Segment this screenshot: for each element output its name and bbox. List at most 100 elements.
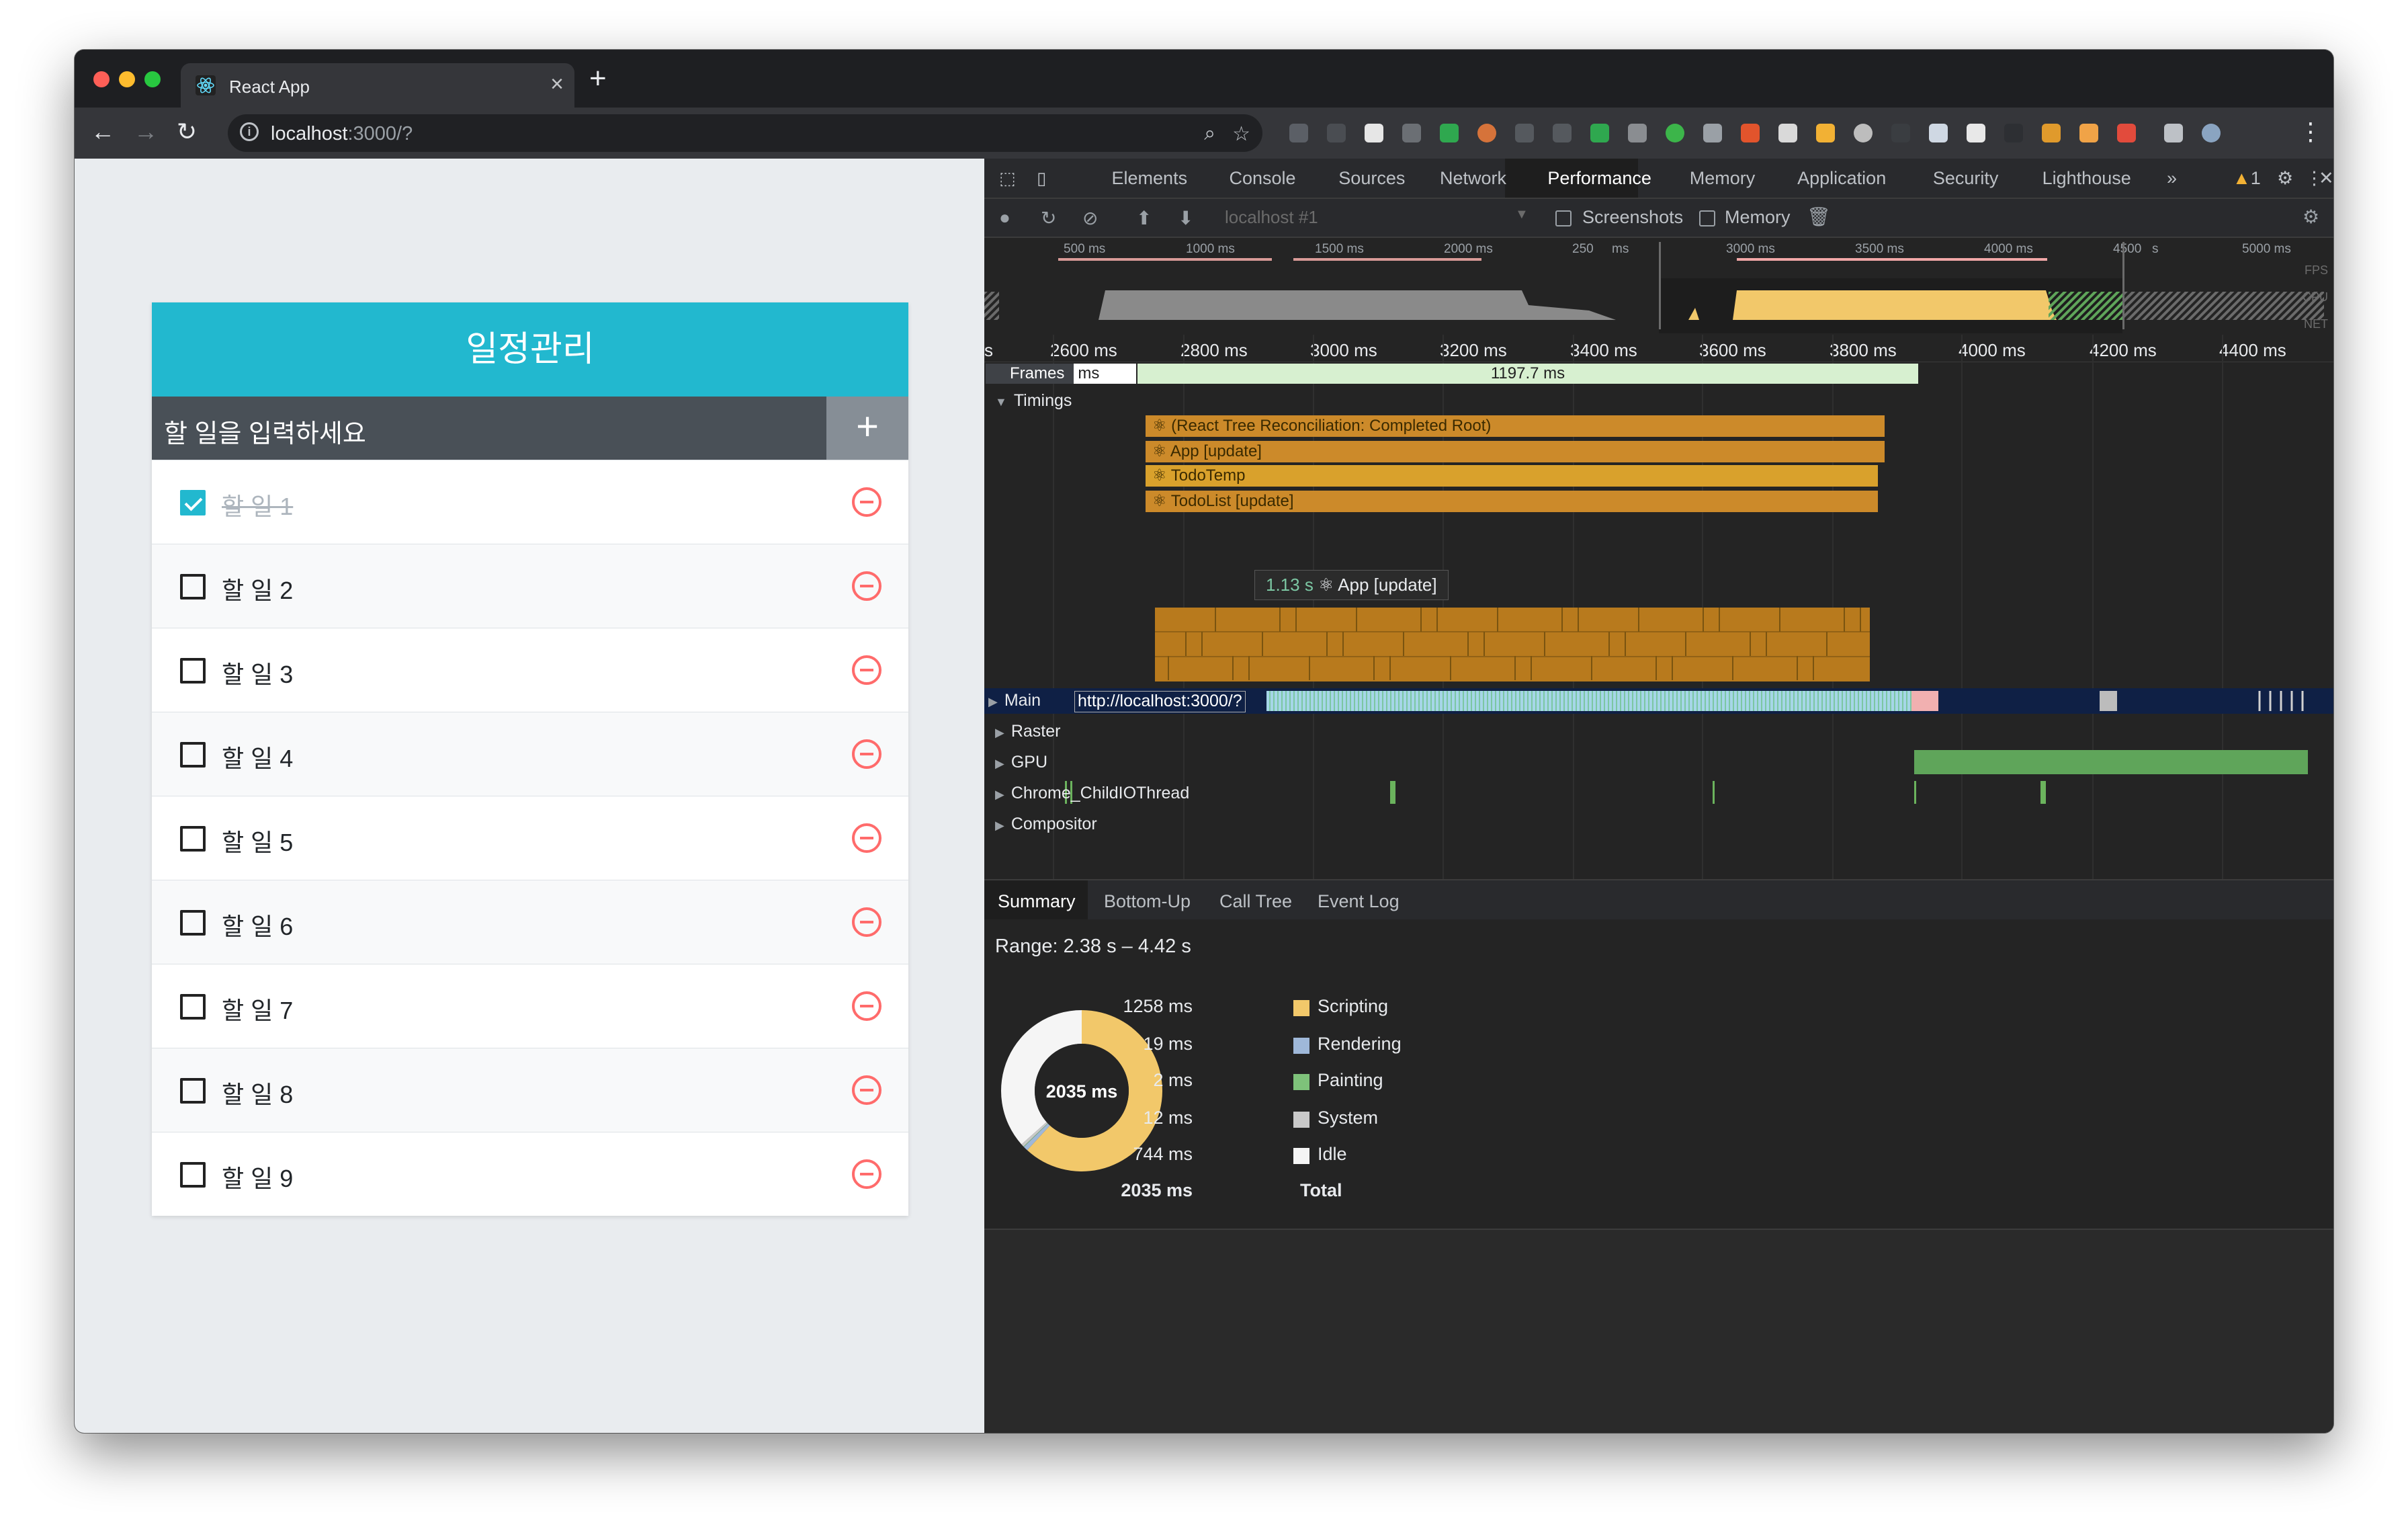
todo-item-text[interactable]: 할 일 4 [222,739,293,774]
minimize-window-button[interactable] [119,71,135,87]
extension-icon[interactable] [2117,124,2136,142]
extension-icon[interactable] [2004,124,2023,142]
extension-icon[interactable] [2079,124,2098,142]
more-tabs-icon[interactable]: » [2167,168,2177,189]
todo-item[interactable]: 할 일 5 [152,796,908,880]
frame-bar[interactable]: 1197.7 ms [1137,364,1918,384]
todo-item[interactable]: 할 일 9 [152,1132,908,1216]
remove-circle-icon[interactable] [852,991,882,1021]
back-arrow-icon[interactable]: ← [91,118,115,145]
extension-icon[interactable] [1515,124,1534,142]
remove-circle-icon[interactable] [852,907,882,937]
new-tab-button[interactable]: + [589,62,607,95]
tab-performance[interactable]: Performance [1547,168,1651,189]
unchecked-checkbox-icon[interactable] [180,742,206,768]
profile-dropdown-icon[interactable]: ▼ [1515,207,1529,222]
unchecked-checkbox-icon[interactable] [180,1078,206,1104]
unchecked-checkbox-icon[interactable] [180,574,206,599]
unchecked-checkbox-icon[interactable] [180,826,206,852]
extension-icon[interactable] [1854,124,1873,142]
settings-gear-icon[interactable]: ⚙ [2277,168,2293,189]
browser-tab[interactable]: React App × [181,63,574,108]
unchecked-checkbox-icon[interactable] [180,1162,206,1188]
address-bar[interactable]: i localhost:3000/? ⌕ ☆ [228,114,1262,152]
todo-item-text[interactable]: 할 일 6 [222,907,293,942]
extension-icon[interactable] [1553,124,1572,142]
tab-memory[interactable]: Memory [1690,168,1756,189]
inspect-element-icon[interactable]: ⬚ [999,168,1016,189]
warning-icon[interactable]: ▲1 [2233,168,2261,189]
upload-profile-icon[interactable]: ⬆ [1136,207,1152,229]
clear-icon[interactable]: ⊘ [1082,207,1098,229]
kebab-menu-icon[interactable]: ⋮ [2298,118,2323,145]
timings-section[interactable]: ▼ Timings [995,391,1072,411]
unchecked-checkbox-icon[interactable] [180,994,206,1020]
todo-item[interactable]: 할 일 1 [152,460,908,544]
extension-icon[interactable] [1816,124,1835,142]
main-thread-track[interactable]: ▶ Main http://localhost:3000/? [984,688,2333,714]
extension-icon[interactable] [1778,124,1797,142]
tab-summary[interactable]: Summary [998,891,1076,912]
todo-item-text[interactable]: 할 일 1 [222,487,293,522]
todo-item[interactable]: 할 일 3 [152,628,908,712]
frames-track[interactable]: Frames ms 1197.7 ms [984,362,2333,386]
profile-select[interactable]: localhost #1 [1225,207,1318,228]
extension-icon[interactable] [1891,124,1910,142]
site-info-icon[interactable]: i [240,122,259,141]
timeline-overview[interactable]: 500 ms 1000 ms 1500 ms 2000 ms 250 ms 3000 ms 3… [984,238,2333,333]
todo-item-text[interactable]: 할 일 3 [222,655,293,690]
timing-reconciliation[interactable]: ⚛ (React Tree Reconciliation: Completed … [1146,415,1885,437]
garbage-collect-icon[interactable]: 🗑 [1807,206,1831,228]
todo-item[interactable]: 할 일 8 [152,1048,908,1132]
vue-devtools-icon[interactable] [1703,124,1722,142]
todo-item-text[interactable]: 할 일 7 [222,991,293,1026]
childio-track[interactable]: ▶ Chrome_ChildIOThread [995,784,1189,803]
extension-icon[interactable] [1440,124,1459,142]
evernote-icon[interactable] [1590,124,1609,142]
extension-icon[interactable] [1365,124,1383,142]
todo-item[interactable]: 할 일 4 [152,712,908,796]
extension-icon[interactable] [2042,124,2061,142]
tab-event-log[interactable]: Event Log [1318,891,1400,912]
todo-item-text[interactable]: 할 일 2 [222,571,293,606]
todo-item[interactable]: 할 일 2 [152,544,908,628]
remove-circle-icon[interactable] [852,823,882,853]
extension-icon[interactable] [1741,124,1760,142]
extension-icon[interactable] [1289,124,1308,142]
profile-avatar[interactable] [2202,124,2221,142]
unchecked-checkbox-icon[interactable] [180,658,206,684]
tab-call-tree[interactable]: Call Tree [1219,891,1292,912]
compositor-track[interactable]: ▶ Compositor [995,815,1097,834]
todo-item-text[interactable]: 할 일 8 [222,1075,293,1110]
remove-circle-icon[interactable] [852,1075,882,1105]
reload-icon[interactable]: ↻ [177,118,197,145]
extension-icon[interactable] [1327,124,1346,142]
tab-elements[interactable]: Elements [1112,168,1188,189]
timing-app-update[interactable]: ⚛ App [update] [1146,441,1885,462]
reload-record-icon[interactable]: ↻ [1041,207,1056,229]
tab-sources[interactable]: Sources [1338,168,1405,189]
tab-network[interactable]: Network [1440,168,1506,189]
remove-circle-icon[interactable] [852,487,882,517]
remove-circle-icon[interactable] [852,571,882,601]
extension-icon[interactable] [1628,124,1647,142]
tab-lighthouse[interactable]: Lighthouse [2042,168,2131,189]
download-profile-icon[interactable]: ⬇ [1178,207,1193,229]
add-todo-button[interactable]: + [826,397,908,460]
todo-item[interactable]: 할 일 6 [152,880,908,964]
extension-icon[interactable] [1666,124,1684,142]
tab-application[interactable]: Application [1797,168,1886,189]
unchecked-checkbox-icon[interactable] [180,910,206,936]
record-icon[interactable]: ● [999,207,1010,229]
timing-flame-chart[interactable] [1155,608,1870,681]
maximize-window-button[interactable] [144,71,161,87]
close-window-button[interactable] [93,71,110,87]
remove-circle-icon[interactable] [852,739,882,769]
remove-circle-icon[interactable] [852,655,882,685]
forward-arrow-icon[interactable]: → [134,118,158,145]
todo-item-text[interactable]: 할 일 5 [222,823,293,858]
screenshots-checkbox[interactable] [1555,210,1572,226]
gpu-track[interactable]: ▶ GPU [995,753,1047,772]
media-control-icon[interactable] [2164,124,2183,142]
device-toolbar-icon[interactable]: ▯ [1037,168,1046,189]
